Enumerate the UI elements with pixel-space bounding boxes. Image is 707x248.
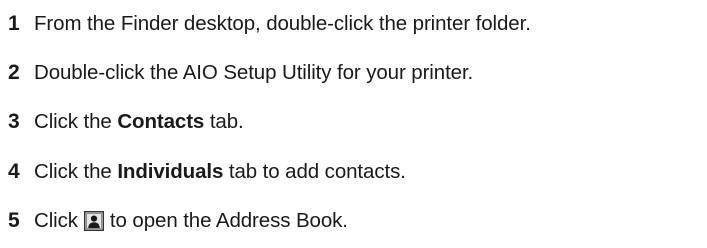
step-text: Click the Individuals tab to add contact…: [34, 156, 406, 188]
step-text-before: Click: [34, 209, 78, 232]
step-1: 1 From the Finder desktop, double-click …: [8, 8, 531, 40]
step-text-after: to open the Address Book.: [109, 209, 348, 232]
step-text: Click the Contacts tab.: [34, 106, 244, 138]
step-3: 3 Click the Contacts tab.: [8, 106, 244, 138]
step-number: 2: [8, 61, 20, 84]
step-2: 2 Double-click the AIO Setup Utility for…: [8, 57, 473, 89]
step-4: 4 Click the Individuals tab to add conta…: [8, 156, 406, 188]
contact-card-icon[interactable]: [83, 211, 104, 231]
individuals-tab-label: Individuals: [117, 160, 224, 183]
step-text: From the Finder desktop, double-click th…: [34, 12, 531, 35]
step-number: 4: [8, 160, 20, 183]
step-text: Click to open the Address Book.: [34, 205, 348, 237]
step-number: 3: [8, 110, 20, 133]
instruction-steps: 1 From the Finder desktop, double-click …: [0, 0, 707, 248]
step-5: 5 Click to open the Address Book.: [8, 205, 348, 237]
step-number: 1: [8, 12, 20, 35]
step-text-after: tab.: [204, 110, 244, 133]
step-text-before: Click the: [34, 160, 118, 183]
step-text: Double-click the AIO Setup Utility for y…: [34, 61, 474, 84]
step-number: 5: [8, 209, 20, 232]
step-text-after: tab to add contacts.: [223, 160, 406, 183]
contacts-tab-label: Contacts: [117, 110, 205, 133]
step-text-before: Click the: [34, 110, 118, 133]
